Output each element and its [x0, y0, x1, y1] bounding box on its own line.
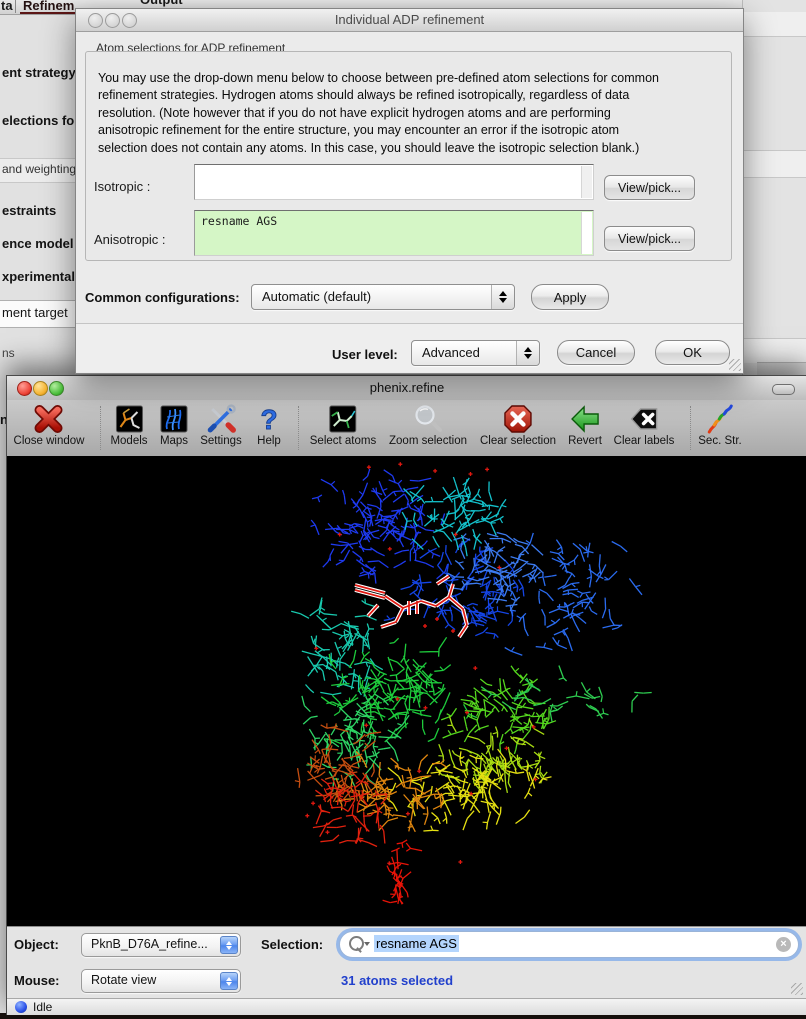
viewer-toolbar: Close window Models [7, 400, 806, 457]
field-scroll-gutter [581, 166, 592, 198]
toolbar-separator [298, 406, 299, 450]
dropdown-value: Advanced [422, 345, 480, 360]
svg-text:?: ? [260, 404, 277, 435]
status-bar: Idle [7, 998, 806, 1015]
zoom-selection-icon [412, 403, 444, 435]
search-menu-arrow-icon[interactable] [364, 942, 370, 946]
toolbar-separator [690, 406, 691, 450]
selection-search-input[interactable]: resname AGS × [339, 931, 799, 958]
selection-value: resname AGS [374, 935, 459, 952]
cancel-button[interactable]: Cancel [557, 340, 635, 365]
panel-band [743, 338, 806, 363]
resize-grip[interactable] [729, 359, 741, 371]
viewer-titlebar[interactable]: phenix.refine [7, 376, 806, 401]
secondary-structure-icon [704, 403, 736, 435]
mouse-label: Mouse: [14, 973, 60, 988]
clear-labels-icon [628, 403, 660, 435]
description-text: You may use the drop-down menu below to … [98, 70, 726, 157]
stepper-icon[interactable] [491, 285, 514, 309]
sidebar-item-selections[interactable]: elections for [2, 113, 79, 128]
footer-bar [76, 324, 743, 372]
phenix-refine-window: phenix.refine Close window [6, 375, 806, 1015]
isotropic-selection-field[interactable] [194, 164, 594, 200]
adp-refinement-dialog: Individual ADP refinement Atom selection… [75, 8, 744, 374]
isotropic-label: Isotropic : [94, 179, 150, 194]
user-level-label: User level: [332, 347, 398, 362]
anisotropic-selection-field[interactable]: resname AGS [194, 210, 594, 256]
secondary-structure-button[interactable]: Sec. Str. [698, 403, 741, 447]
molecule-viewport[interactable] [7, 456, 806, 926]
isotropic-view-pick-button[interactable]: View/pick... [604, 175, 695, 200]
dialog-title: Individual ADP refinement [76, 12, 743, 27]
resize-grip[interactable] [791, 983, 803, 995]
toolbar-separator [100, 406, 101, 450]
screen: ta Refinem Output ent strategy elections… [0, 0, 806, 1019]
mouse-mode-dropdown[interactable]: Rotate view [81, 969, 241, 993]
selection-label: Selection: [261, 937, 323, 952]
object-dropdown[interactable]: PknB_D76A_refine... [81, 933, 241, 957]
object-label: Object: [14, 937, 59, 952]
sidebar-item-ns-fragment[interactable]: ns [2, 346, 15, 360]
background-right-panel [742, 0, 806, 376]
field-scroll-gutter [581, 212, 592, 254]
dialog-titlebar[interactable]: Individual ADP refinement [76, 9, 743, 32]
zoom-selection-button[interactable]: Zoom selection [389, 403, 467, 447]
common-configurations-label: Common configurations: [85, 290, 240, 305]
dropdown-value: Automatic (default) [262, 289, 371, 304]
select-atoms-button[interactable]: Select atoms [310, 403, 376, 447]
viewer-title: phenix.refine [7, 380, 806, 395]
sidebar-item-weighting[interactable]: and weighting [2, 162, 76, 176]
panel-band [743, 150, 806, 178]
settings-icon [205, 403, 237, 435]
viewer-control-panel: Object: PknB_D76A_refine... Selection: r… [7, 926, 806, 999]
models-button[interactable]: Models [110, 403, 147, 447]
revert-button[interactable]: Revert [568, 403, 602, 447]
help-icon: ? [253, 403, 285, 435]
status-indicator-icon [15, 1001, 27, 1013]
models-icon [113, 403, 145, 435]
common-configurations-dropdown[interactable]: Automatic (default) [251, 284, 515, 310]
help-button[interactable]: ? Help [253, 403, 285, 447]
dropdown-value: Rotate view [91, 973, 218, 987]
clear-selection-button[interactable]: Clear selection [480, 403, 556, 447]
status-text: Idle [33, 1000, 52, 1014]
sidebar-item-target[interactable]: ment target [2, 305, 68, 320]
maps-button[interactable]: Maps [158, 403, 190, 447]
sidebar-item-reference-model[interactable]: ence model [2, 236, 74, 251]
tab-output-fragment[interactable]: Output [140, 0, 183, 7]
stepper-icon[interactable] [220, 936, 238, 954]
molecule-wireframe [7, 456, 806, 926]
dropdown-value: PknB_D76A_refine... [91, 937, 218, 951]
clear-labels-button[interactable]: Clear labels [614, 403, 675, 447]
toolbar-toggle-lozenge[interactable] [772, 384, 795, 395]
anisotropic-value: resname AGS [201, 214, 277, 228]
panel-band [743, 12, 806, 37]
user-level-dropdown[interactable]: Advanced [411, 340, 540, 366]
apply-button[interactable]: Apply [531, 284, 609, 310]
close-window-button[interactable]: Close window [14, 403, 85, 447]
stepper-icon[interactable] [516, 341, 539, 365]
sidebar-item-strategy[interactable]: ent strategy [2, 65, 76, 80]
anisotropic-label: Anisotropic : [94, 232, 166, 247]
clear-selection-icon [502, 403, 534, 435]
maps-icon [158, 403, 190, 435]
settings-button[interactable]: Settings [200, 403, 242, 447]
ok-button[interactable]: OK [655, 340, 730, 365]
anisotropic-view-pick-button[interactable]: View/pick... [604, 226, 695, 251]
stepper-icon[interactable] [220, 972, 238, 990]
revert-icon [569, 403, 601, 435]
tab-divider [15, 0, 16, 13]
sidebar-item-experimental[interactable]: xperimental [2, 269, 75, 284]
clear-search-icon[interactable]: × [776, 937, 791, 952]
select-atoms-icon [327, 403, 359, 435]
sidebar-item-restraints[interactable]: estraints [2, 203, 56, 218]
close-window-icon [33, 403, 65, 435]
atoms-selected-status: 31 atoms selected [341, 973, 453, 988]
tab-data-fragment[interactable]: ta [1, 0, 13, 13]
